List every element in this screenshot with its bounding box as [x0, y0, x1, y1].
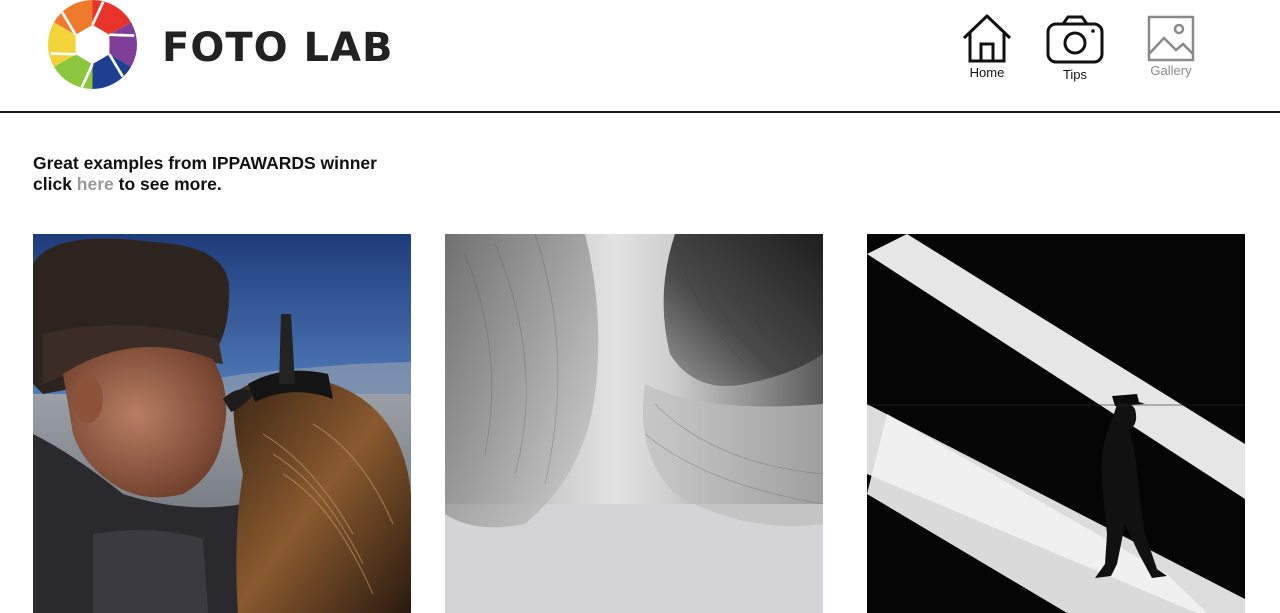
brand-name[interactable]: FOTO LAB: [162, 28, 393, 68]
nav-gallery-label: Gallery: [1150, 63, 1192, 78]
camera-icon: [1046, 15, 1104, 64]
intro-prefix: click: [33, 174, 77, 194]
intro-suffix: to see more.: [113, 174, 222, 194]
more-link[interactable]: here: [77, 174, 114, 194]
intro-line-2: click here to see more.: [33, 174, 377, 195]
home-icon: [962, 14, 1012, 63]
logo-aperture-icon[interactable]: [48, 0, 137, 89]
falconer-photo-image: [33, 234, 411, 613]
gallery-photo-abstract[interactable]: [445, 234, 823, 613]
nav-gallery[interactable]: Gallery: [1138, 14, 1204, 78]
nav-tips[interactable]: Tips: [1042, 14, 1108, 82]
site-header: FOTO LAB Home Tips Gallery: [0, 0, 1280, 113]
image-icon: [1147, 15, 1195, 62]
gallery-photo-falconer[interactable]: [33, 234, 411, 613]
light-beams-photo-image: [867, 234, 1245, 613]
gallery-photo-light-beams[interactable]: [867, 234, 1245, 613]
nav-tips-label: Tips: [1062, 67, 1088, 82]
nav-home[interactable]: Home: [956, 14, 1018, 80]
intro-text: Great examples from IPPAWARDS winner cli…: [33, 153, 377, 195]
intro-line-1: Great examples from IPPAWARDS winner: [33, 153, 377, 173]
abstract-photo-image: [445, 234, 823, 613]
nav-home-label: Home: [969, 65, 1005, 80]
